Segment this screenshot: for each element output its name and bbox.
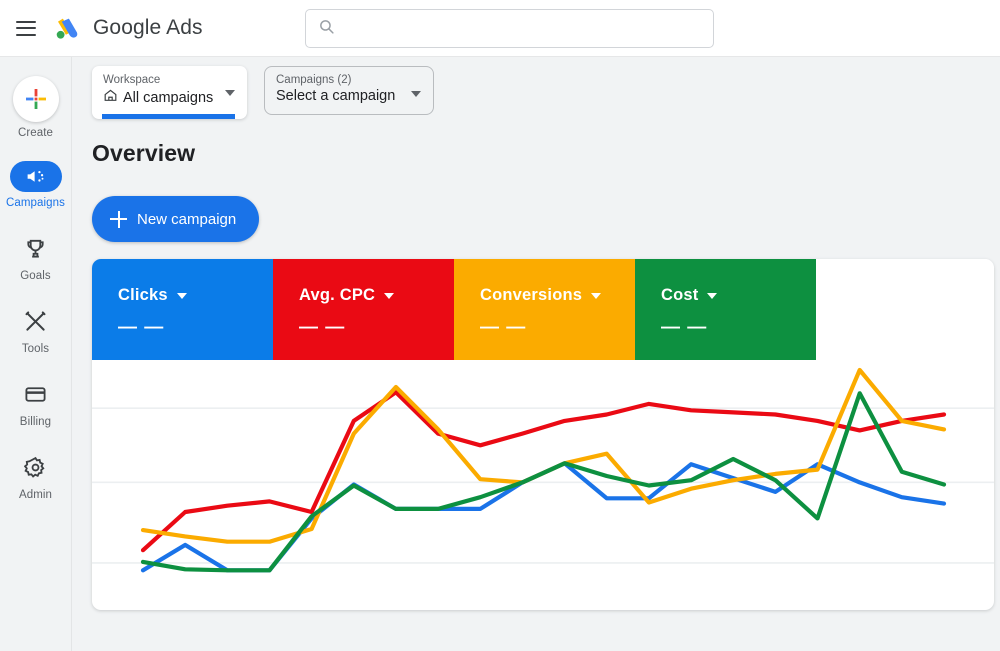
metric-name: Conversions: [480, 286, 582, 305]
plus-icon: [110, 211, 127, 228]
metric-card-avg-cpc[interactable]: Avg. CPC — —: [273, 259, 454, 360]
sidebar-item-admin[interactable]: Admin: [0, 450, 72, 501]
metric-value: — —: [661, 317, 816, 339]
metric-name: Avg. CPC: [299, 286, 375, 305]
brand-suffix: Ads: [166, 16, 203, 39]
metric-value: — —: [118, 317, 273, 339]
campaign-selector-label: Campaigns (2): [276, 73, 422, 87]
new-campaign-button-label: New campaign: [137, 211, 236, 228]
sidebar-item-label: Billing: [20, 416, 51, 428]
workspace-active-underline: [102, 114, 235, 119]
sidebar-item-label: Tools: [22, 343, 49, 355]
metric-card-clicks[interactable]: Clicks — —: [92, 259, 273, 360]
performance-chart-card: Clicks — — Avg. CPC — — Conversions: [92, 259, 994, 610]
home-outline-icon: [103, 88, 118, 108]
search-bar[interactable]: [305, 9, 714, 48]
workspace-selector[interactable]: Workspace All campaigns: [92, 66, 247, 119]
sidebar-item-label: Admin: [19, 489, 52, 501]
chart-series-clicks: [143, 463, 944, 570]
sidebar-item-goals[interactable]: Goals: [0, 231, 72, 282]
line-chart-svg: [92, 360, 994, 610]
top-app-bar: Google Ads: [0, 0, 1000, 57]
metric-card-conversions[interactable]: Conversions — —: [454, 259, 635, 360]
hamburger-menu-icon[interactable]: [16, 21, 36, 36]
search-icon: [318, 18, 335, 40]
chevron-down-icon[interactable]: [411, 91, 421, 97]
line-chart: [92, 360, 994, 610]
sidebar-nav: Create Campaigns Goals: [0, 57, 72, 651]
main-content: Workspace All campaigns Campaigns (2): [72, 57, 1000, 651]
metric-row-spacer: [816, 259, 994, 360]
workspace-selector-value: All campaigns: [123, 90, 213, 106]
brand-title: Google Ads: [93, 16, 203, 40]
chevron-down-icon[interactable]: [177, 293, 187, 299]
metric-value: — —: [480, 317, 635, 339]
google-ads-logo-icon: [52, 13, 82, 43]
brand[interactable]: Google Ads: [52, 13, 203, 43]
search-input[interactable]: [344, 21, 701, 37]
sidebar-item-label: Campaigns: [6, 197, 65, 209]
metric-cards-row: Clicks — — Avg. CPC — — Conversions: [92, 259, 994, 360]
sidebar-item-create[interactable]: Create: [0, 76, 72, 139]
chevron-down-icon[interactable]: [707, 293, 717, 299]
chevron-down-icon[interactable]: [591, 293, 601, 299]
gear-icon: [16, 450, 56, 484]
metric-value: — —: [299, 317, 454, 339]
chevron-down-icon[interactable]: [225, 90, 235, 96]
credit-card-icon: [16, 377, 56, 411]
plus-colored-icon: [13, 76, 59, 122]
sidebar-item-campaigns[interactable]: Campaigns: [0, 161, 72, 209]
sidebar-item-billing[interactable]: Billing: [0, 377, 72, 428]
metric-name: Cost: [661, 286, 698, 305]
chevron-down-icon[interactable]: [384, 293, 394, 299]
selector-row: Workspace All campaigns Campaigns (2): [92, 66, 434, 119]
sidebar-item-label: Create: [18, 127, 53, 139]
sidebar-item-tools[interactable]: Tools: [0, 304, 72, 355]
campaign-selector-value: Select a campaign: [276, 88, 395, 104]
chart-series-conversions: [143, 370, 944, 542]
megaphone-icon: [10, 161, 62, 192]
workspace-selector-label: Workspace: [103, 73, 236, 87]
metric-card-cost[interactable]: Cost — —: [635, 259, 816, 360]
trophy-icon: [16, 231, 56, 265]
campaign-selector[interactable]: Campaigns (2) Select a campaign: [264, 66, 434, 115]
sidebar-item-label: Goals: [20, 270, 51, 282]
metric-name: Clicks: [118, 286, 168, 305]
tools-wrench-screwdriver-icon: [16, 304, 56, 338]
google-ads-overview-page: Google Ads Create: [0, 0, 1000, 651]
new-campaign-button[interactable]: New campaign: [92, 196, 259, 242]
brand-prefix: Google: [93, 16, 161, 39]
page-title: Overview: [92, 140, 195, 167]
chart-series-lines: [143, 370, 944, 570]
